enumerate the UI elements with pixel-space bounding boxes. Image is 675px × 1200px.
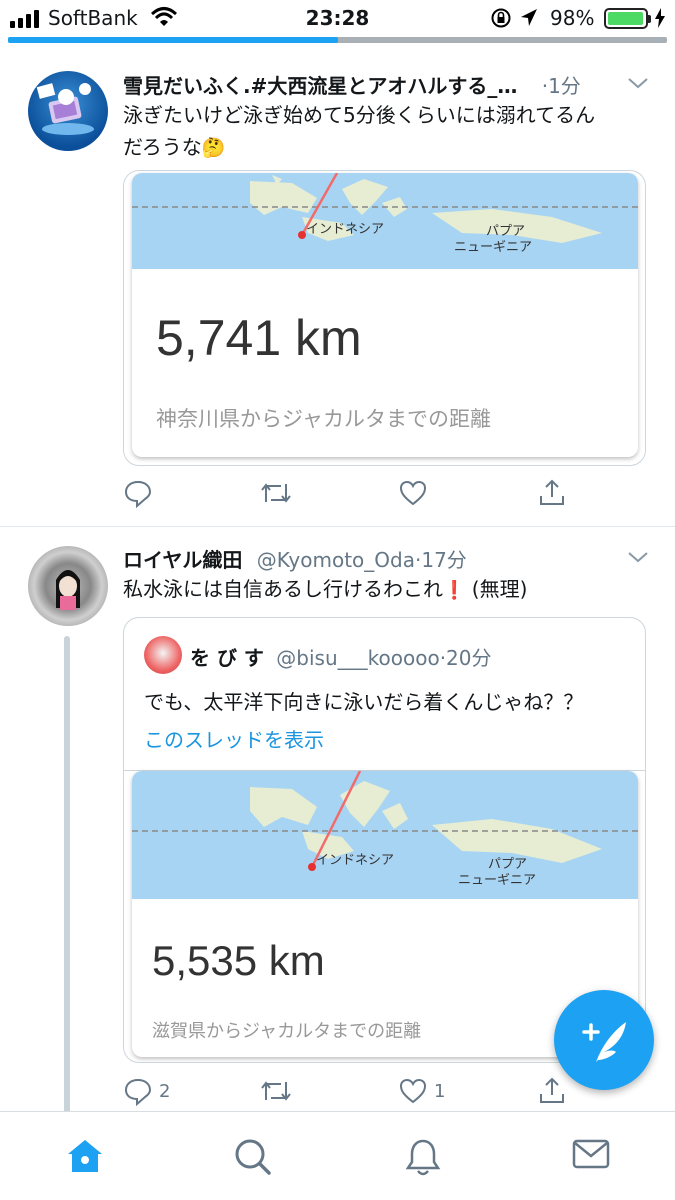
compose-tweet-icon	[582, 1022, 626, 1062]
share-button[interactable]	[537, 478, 567, 508]
battery-icon	[604, 8, 651, 29]
exclamation-emoji: ❗	[443, 580, 466, 601]
home-icon[interactable]	[66, 1138, 104, 1174]
avatar[interactable]	[28, 71, 108, 151]
tweet-text: 泳ぎたいけど泳ぎ始めて5分後くらいには溺れてるん だろうな🤔	[123, 99, 643, 164]
tweet-text-main: 私水泳には自信あるし行けるわこれ	[123, 577, 443, 601]
distance-card[interactable]: インドネシア パプア ニューギニア 5,741 km 神奈川県からジャカルタまで…	[132, 173, 638, 457]
bottom-tab-bar	[0, 1111, 675, 1200]
show-thread-link[interactable]: このスレッドを表示	[144, 724, 324, 753]
compose-tweet-button[interactable]	[554, 990, 654, 1090]
like-button[interactable]: 1	[398, 1076, 445, 1106]
quoted-display-name[interactable]: を び す	[190, 646, 264, 670]
thread-line	[64, 636, 70, 1116]
chevron-down-icon[interactable]	[626, 549, 650, 565]
tweet-text-suffix: (無理)	[465, 577, 528, 601]
link-card[interactable]: インドネシア パプア ニューギニア 5,741 km 神奈川県からジャカルタまで…	[123, 170, 646, 466]
chevron-down-icon[interactable]	[626, 75, 650, 91]
thinking-emoji: 🤔	[201, 137, 226, 159]
quoted-handle[interactable]: @bisu___kooooo	[276, 646, 439, 670]
tweet-time[interactable]: ·1分	[542, 74, 581, 98]
quoted-time[interactable]: ·20分	[440, 646, 492, 670]
distance-value: 5,535 km	[152, 937, 325, 984]
tweet-actions	[123, 478, 583, 518]
map-image: インドネシア パプア ニューギニア	[132, 771, 638, 899]
tweet-text: 私水泳には自信あるし行けるわこれ❗ (無理)	[123, 573, 643, 607]
timeline-progress-bar	[8, 37, 667, 43]
map-label-indonesia: インドネシア	[316, 853, 395, 868]
tweet-header: 雪見だいふく.#大西流星とアオハルする_… ·1分	[123, 70, 581, 99]
display-name[interactable]: ロイヤル織田	[123, 548, 242, 572]
tweet-actions: 2 1	[123, 1076, 583, 1116]
reply-icon	[124, 1078, 152, 1106]
display-name[interactable]: 雪見だいふく.#大西流星とアオハルする_…	[123, 74, 517, 98]
status-bar: SoftBank 23:28 98%	[0, 0, 675, 36]
distance-value: 5,741 km	[156, 310, 362, 366]
tweet-text-line: 泳ぎたいけど泳ぎ始めて5分後くらいには溺れてるん	[123, 103, 596, 127]
timeline-progress-fill	[8, 37, 338, 43]
share-icon	[540, 479, 564, 505]
search-icon[interactable]	[234, 1138, 272, 1176]
card-caption: 滋賀県からジャカルタまでの距離	[152, 1021, 422, 1042]
tweet-time[interactable]: ·17分	[415, 548, 467, 572]
card-caption: 神奈川県からジャカルタまでの距離	[156, 407, 491, 431]
map-label-new-guinea: ニューギニア	[454, 240, 533, 255]
reply-button[interactable]	[123, 478, 153, 508]
reply-icon	[124, 480, 152, 508]
map-label-new-guinea: ニューギニア	[458, 873, 537, 888]
reply-count: 2	[159, 1080, 171, 1102]
quoted-text: でも、太平洋下向きに泳いだら着くんじゃね？？	[144, 690, 584, 714]
battery-percent: 98%	[550, 6, 595, 30]
tweet-divider	[0, 526, 675, 527]
reply-button[interactable]: 2	[123, 1076, 170, 1106]
tweet-header: ロイヤル織田 @Kyomoto_Oda·17分	[123, 544, 467, 573]
charging-icon	[655, 8, 665, 28]
like-icon	[399, 480, 427, 506]
retweet-button[interactable]	[259, 1076, 293, 1106]
retweet-icon	[261, 1081, 291, 1101]
like-count: 1	[434, 1080, 446, 1102]
avatar[interactable]	[28, 546, 108, 626]
location-icon	[521, 9, 537, 26]
rotation-lock-icon	[491, 8, 511, 28]
tweet-text-line: だろうな🤔	[123, 131, 643, 164]
retweet-button[interactable]	[259, 478, 293, 508]
notifications-icon[interactable]	[404, 1138, 442, 1178]
tweet-text-line-2: だろうな	[123, 135, 202, 159]
quoted-avatar[interactable]	[144, 636, 182, 674]
map-label-indonesia: インドネシア	[306, 222, 385, 237]
retweet-icon	[261, 483, 291, 503]
like-button[interactable]	[398, 478, 428, 508]
like-icon	[399, 1078, 427, 1104]
map-image: インドネシア パプア ニューギニア	[132, 173, 638, 269]
battery-level	[608, 12, 644, 25]
user-handle[interactable]: @Kyomoto_Oda	[257, 548, 415, 572]
messages-icon[interactable]	[572, 1138, 610, 1170]
quoted-header: を び す @bisu___kooooo·20分	[190, 642, 492, 671]
